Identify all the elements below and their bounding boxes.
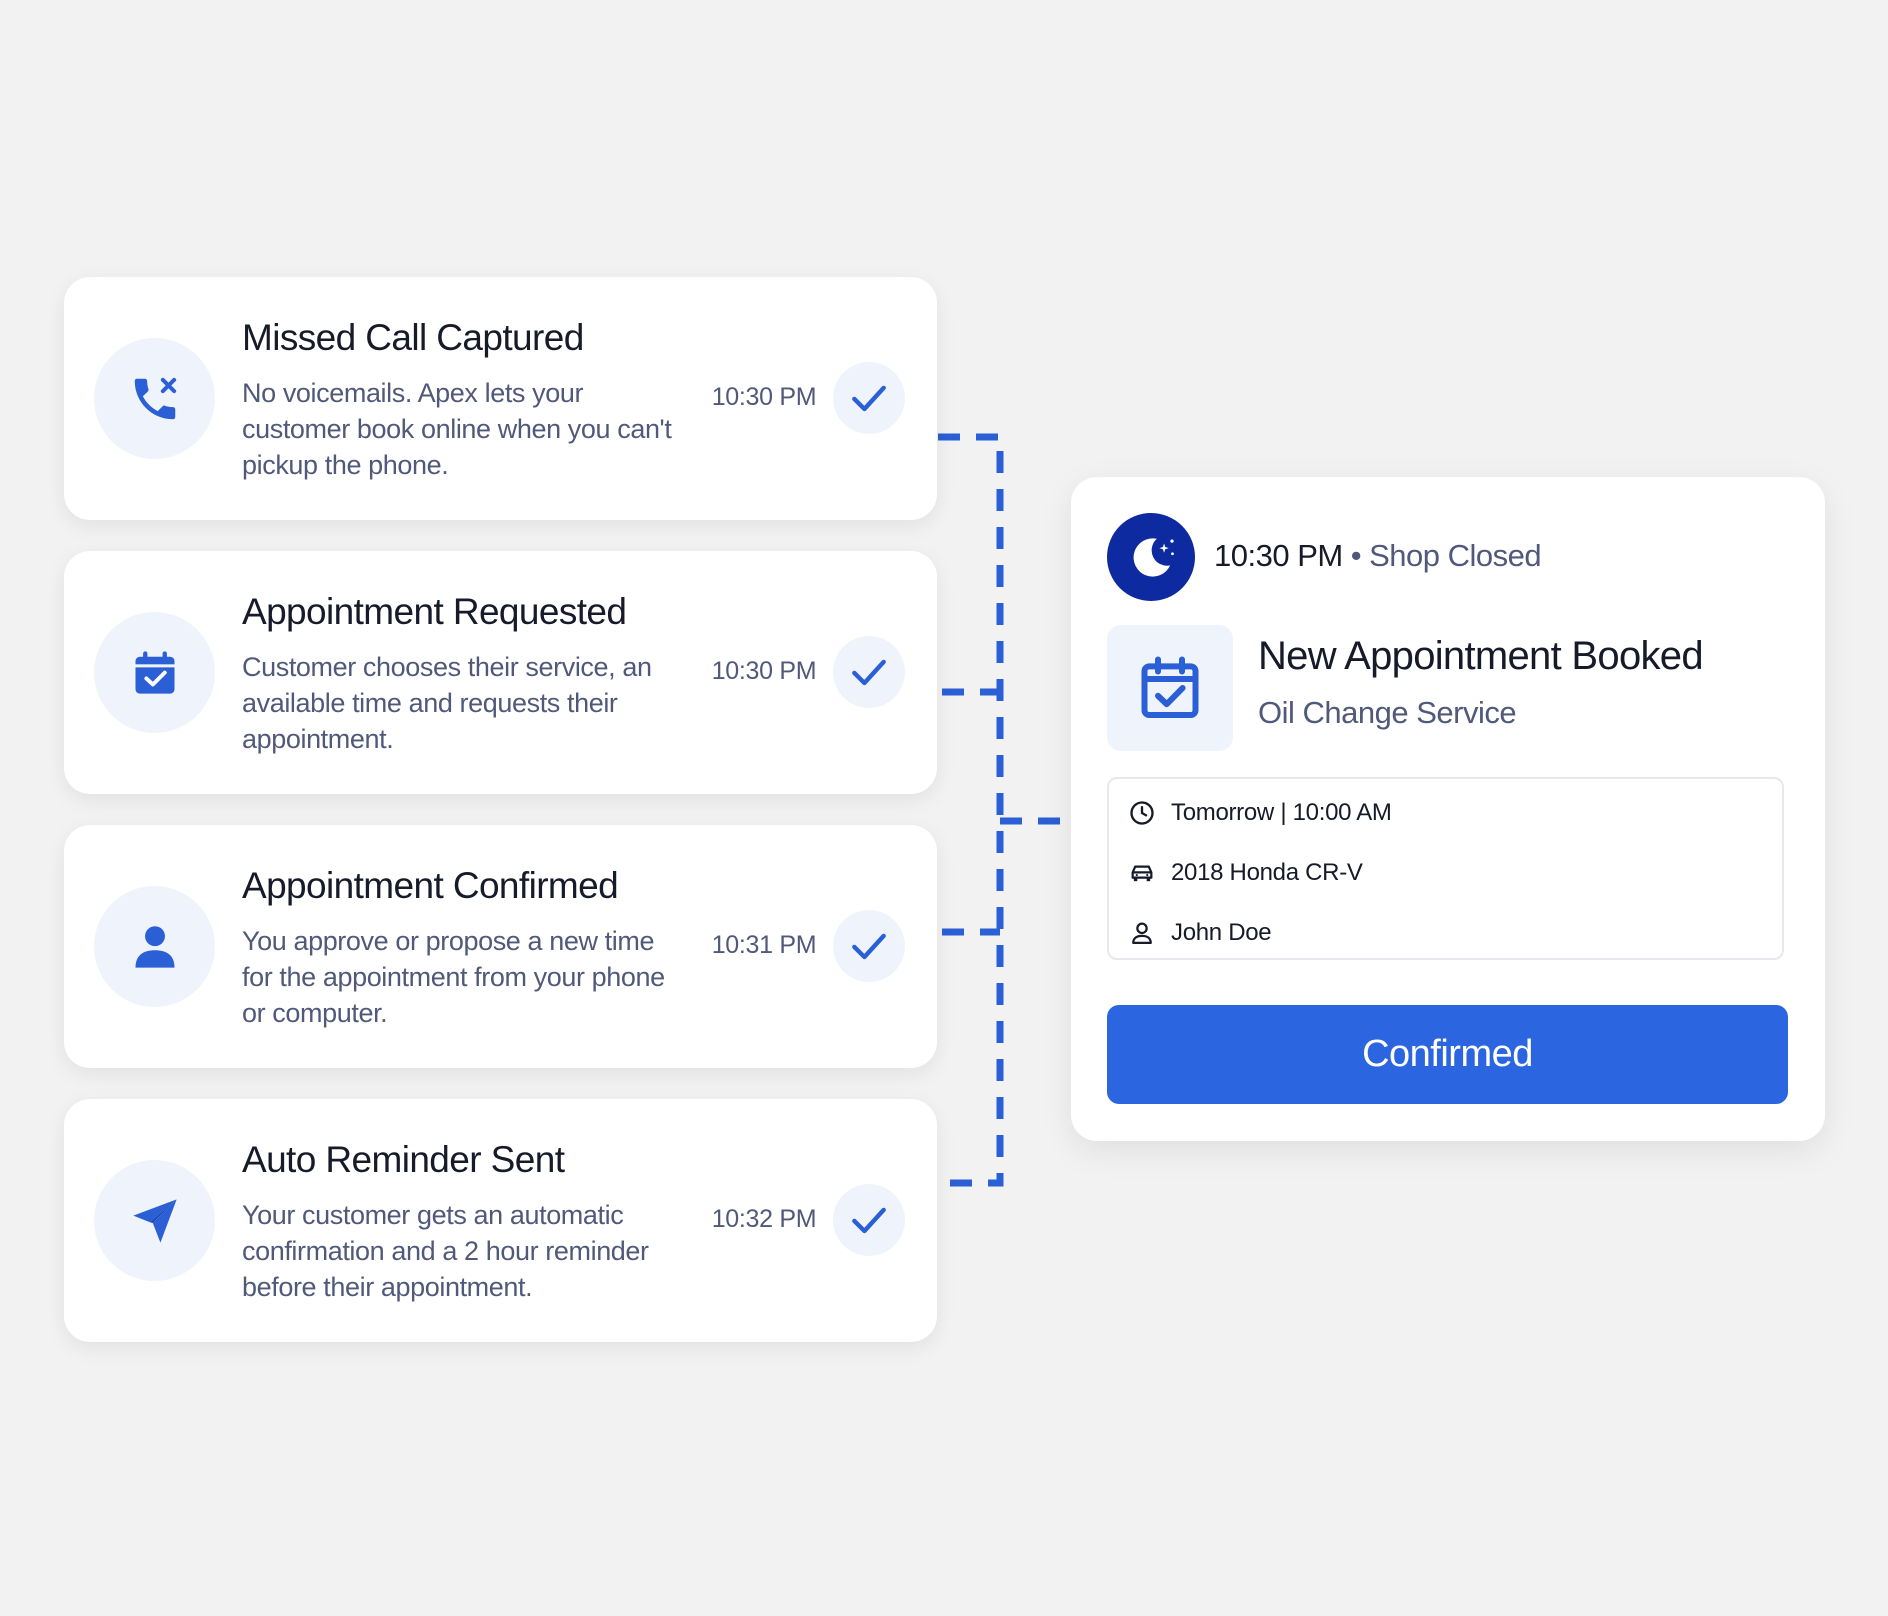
step-time: 10:31 PM: [711, 931, 817, 959]
shop-status: Shop Closed: [1369, 538, 1542, 573]
detail-text: John Doe: [1171, 919, 1272, 946]
step-description: Your customer gets an automatic confirma…: [242, 1200, 649, 1302]
moon-icon: [1107, 513, 1195, 601]
step-card-appointment-requested: Appointment Requested Customer chooses t…: [64, 551, 937, 794]
calendar-check-icon: [94, 612, 215, 733]
booking-title: New Appointment Booked: [1258, 634, 1704, 678]
detail-row-time: Tomorrow | 10:00 AM: [1127, 796, 1392, 830]
step-card-auto-reminder: Auto Reminder Sent Your customer gets an…: [64, 1099, 937, 1342]
clock-icon: [1127, 798, 1157, 828]
step-title: Appointment Requested: [242, 591, 627, 632]
user-icon: [94, 886, 215, 1007]
booking-service: Oil Change Service: [1258, 695, 1517, 730]
step-card-missed-call: Missed Call Captured No voicemails. Apex…: [64, 277, 937, 520]
step-time: 10:30 PM: [711, 383, 817, 411]
check-icon: [833, 636, 905, 708]
step-description: No voicemails. Apex lets your customer b…: [242, 378, 672, 480]
person-icon: [1127, 918, 1157, 948]
step-time: 10:32 PM: [711, 1205, 817, 1233]
status-separator: •: [1350, 538, 1362, 573]
appointment-details: Tomorrow | 10:00 AM 2018 Honda CR-V John…: [1107, 777, 1784, 960]
step-time: 10:30 PM: [711, 657, 817, 685]
status-time: 10:30 PM: [1214, 538, 1343, 573]
detail-row-vehicle: 2018 Honda CR-V: [1127, 856, 1363, 890]
car-icon: [1127, 858, 1157, 888]
check-icon: [833, 910, 905, 982]
status-line: 10:30 PM • Shop Closed: [1214, 538, 1542, 574]
confirmed-button[interactable]: Confirmed: [1107, 1005, 1788, 1104]
booking-card: 10:30 PM • Shop Closed New Appointment Boo…: [1071, 477, 1825, 1141]
detail-text: Tomorrow | 10:00 AM: [1171, 799, 1392, 826]
paper-plane-icon: [94, 1160, 215, 1281]
step-description: Customer chooses their service, an avail…: [242, 652, 652, 754]
detail-text: 2018 Honda CR-V: [1171, 859, 1363, 886]
step-title: Auto Reminder Sent: [242, 1139, 565, 1180]
calendar-check-outline-icon: [1107, 625, 1233, 751]
detail-row-customer: John Doe: [1127, 916, 1272, 950]
step-card-appointment-confirmed: Appointment Confirmed You approve or pro…: [64, 825, 937, 1068]
phone-missed-icon: [94, 338, 215, 459]
check-icon: [833, 1184, 905, 1256]
step-title: Appointment Confirmed: [242, 865, 619, 906]
step-title: Missed Call Captured: [242, 317, 584, 358]
check-icon: [833, 362, 905, 434]
step-description: You approve or propose a new time for th…: [242, 926, 665, 1028]
